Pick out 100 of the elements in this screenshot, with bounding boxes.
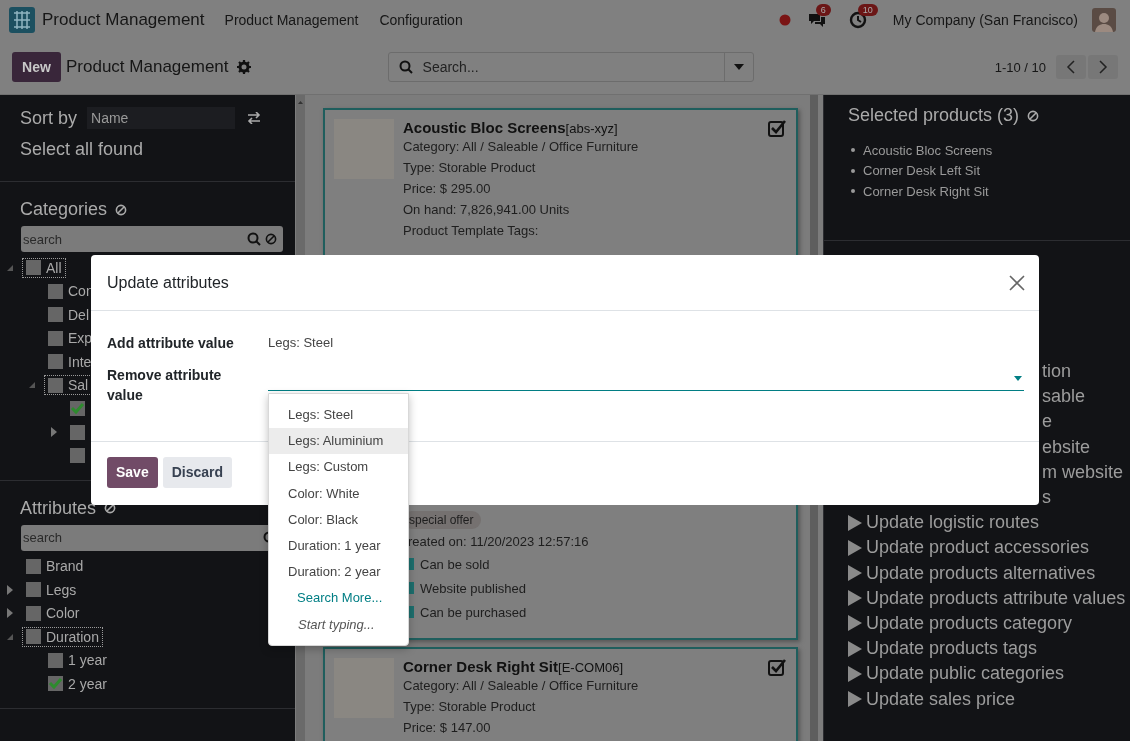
checkbox-icon[interactable] xyxy=(26,260,41,276)
company-switcher[interactable]: My Company (San Francisco) xyxy=(892,12,1078,28)
expanded-triangle-icon[interactable] xyxy=(6,264,14,271)
menu-item[interactable]: Product Management xyxy=(224,12,359,28)
bullet-icon xyxy=(851,148,855,153)
avatar-icon[interactable] xyxy=(1092,8,1116,32)
triangle-icon[interactable] xyxy=(848,691,862,708)
tree-item-label[interactable]: Inte xyxy=(68,353,92,370)
dropdown-option[interactable]: Duration: 2 year xyxy=(269,559,408,586)
tree-item-label[interactable]: Brand xyxy=(46,558,84,575)
action-link[interactable]: s xyxy=(1042,487,1051,509)
action-link[interactable]: Update product accessories xyxy=(866,537,1090,559)
checkbox-icon[interactable] xyxy=(26,629,41,645)
clock-icon[interactable] xyxy=(848,11,867,29)
action-link[interactable]: m website xyxy=(1042,461,1124,483)
checkbox-icon[interactable] xyxy=(26,605,41,621)
tree-item-label[interactable]: 1 year xyxy=(68,652,107,669)
checkbox-icon[interactable] xyxy=(48,354,63,370)
checkbox-icon[interactable] xyxy=(26,582,41,598)
triangle-icon[interactable] xyxy=(848,590,862,607)
discard-button[interactable]: Discard xyxy=(162,456,233,488)
tree-item-label[interactable]: Del xyxy=(68,306,89,323)
clear-icon[interactable] xyxy=(104,502,117,514)
action-link[interactable]: Update products attribute values xyxy=(866,587,1126,609)
swap-arrows-icon[interactable] xyxy=(247,112,262,124)
tree-item-label[interactable]: Color xyxy=(46,605,80,622)
clear-icon[interactable] xyxy=(1027,109,1040,122)
checkbox-icon[interactable] xyxy=(48,652,63,668)
action-link[interactable]: ebsite xyxy=(1042,436,1091,458)
checked-checkbox-icon[interactable] xyxy=(768,119,786,137)
collapsed-triangle-icon[interactable] xyxy=(6,584,14,595)
dropdown-option[interactable]: Legs: Aluminium xyxy=(269,428,408,455)
action-link[interactable]: Update products category xyxy=(866,612,1073,634)
search-more-link[interactable]: Search More... xyxy=(269,585,408,612)
tree-item[interactable]: Legs xyxy=(22,579,81,600)
caret-icon[interactable] xyxy=(733,64,744,70)
dropdown-option[interactable]: Legs: Steel xyxy=(269,402,408,429)
menu-item[interactable]: Configuration xyxy=(379,12,463,28)
action-link[interactable]: Update logistic routes xyxy=(866,512,1040,534)
search-field[interactable]: Search... xyxy=(387,52,754,82)
tree-item-label[interactable]: 2 year xyxy=(68,675,107,692)
save-button[interactable]: Save xyxy=(107,456,158,488)
search-input[interactable]: Search... xyxy=(420,58,724,76)
filter-search-field[interactable]: search xyxy=(21,226,283,252)
filter-search-input[interactable]: search xyxy=(21,231,243,247)
bullet-icon xyxy=(851,189,855,194)
gear-icon[interactable] xyxy=(236,60,251,74)
search-icon[interactable] xyxy=(247,232,261,246)
tree-item-label[interactable]: Legs xyxy=(46,581,77,598)
tree-item[interactable]: 2 year xyxy=(44,673,111,694)
expanded-triangle-icon[interactable] xyxy=(28,382,36,389)
tree-item[interactable]: Duration xyxy=(22,626,103,647)
tree-item-label[interactable]: All xyxy=(46,259,62,276)
checkbox-icon[interactable] xyxy=(48,377,63,393)
tree-item[interactable]: All xyxy=(22,257,66,278)
apps-grid-icon[interactable] xyxy=(9,7,35,33)
checkbox-icon[interactable] xyxy=(48,283,63,299)
tree-item-label[interactable]: Duration xyxy=(46,628,99,645)
product-card[interactable]: Corner Desk Right Sit[E-COM06] Category: All / Saleable / Office Furniture Type: Storable Product Price: $ 147.00 xyxy=(323,647,798,741)
tree-item-label[interactable]: Exp xyxy=(68,330,93,347)
checkbox-icon[interactable] xyxy=(26,558,41,574)
expanded-triangle-icon[interactable] xyxy=(6,633,14,640)
action-link[interactable]: e xyxy=(1042,411,1052,433)
product-code: [E-COM06] xyxy=(558,660,624,675)
checkbox-icon[interactable] xyxy=(48,307,63,323)
checked-checkbox-icon[interactable] xyxy=(768,658,786,676)
action-link[interactable]: Update products alternatives xyxy=(866,562,1096,584)
tree-item[interactable]: Inte xyxy=(44,351,96,372)
dropdown-option[interactable]: Color: White xyxy=(269,480,408,507)
triangle-icon[interactable] xyxy=(848,640,862,657)
clear-icon[interactable] xyxy=(115,203,128,216)
checked-checkbox-icon[interactable] xyxy=(48,676,63,692)
triangle-icon[interactable] xyxy=(848,539,862,556)
tree-item[interactable]: 1 year xyxy=(44,650,111,671)
tree-item-label[interactable]: Sal xyxy=(68,377,89,394)
sort-select[interactable]: Name xyxy=(87,107,236,129)
action-link[interactable]: Update public categories xyxy=(866,663,1065,685)
checkbox-icon[interactable] xyxy=(48,330,63,346)
filter-search-input[interactable]: search xyxy=(21,530,259,545)
triangle-icon[interactable] xyxy=(848,514,862,531)
chat-icon[interactable] xyxy=(806,11,827,29)
action-link[interactable]: Update products tags xyxy=(866,638,1038,660)
triangle-icon[interactable] xyxy=(848,565,862,582)
dropdown-option[interactable]: Legs: Custom xyxy=(269,454,408,481)
app-brand[interactable]: Product Management xyxy=(42,10,205,30)
close-icon[interactable] xyxy=(1009,274,1025,291)
collapsed-triangle-icon[interactable] xyxy=(6,608,14,619)
tree-item[interactable]: Brand xyxy=(22,556,88,577)
triangle-icon[interactable] xyxy=(848,665,862,682)
select-all-link[interactable]: Select all found xyxy=(0,139,295,169)
tree-item[interactable]: Del xyxy=(44,304,93,325)
tree-item[interactable]: Exp xyxy=(44,328,97,349)
action-link[interactable]: sable xyxy=(1042,386,1086,408)
collapsed-triangle-icon[interactable] xyxy=(50,427,58,438)
new-button[interactable]: New xyxy=(12,52,61,82)
action-link[interactable]: tion xyxy=(1042,361,1072,383)
tree-item[interactable]: Color xyxy=(22,603,84,624)
flag-label: Can be purchased xyxy=(420,604,527,620)
triangle-icon[interactable] xyxy=(848,615,862,632)
action-link[interactable]: Update sales price xyxy=(866,688,1016,710)
